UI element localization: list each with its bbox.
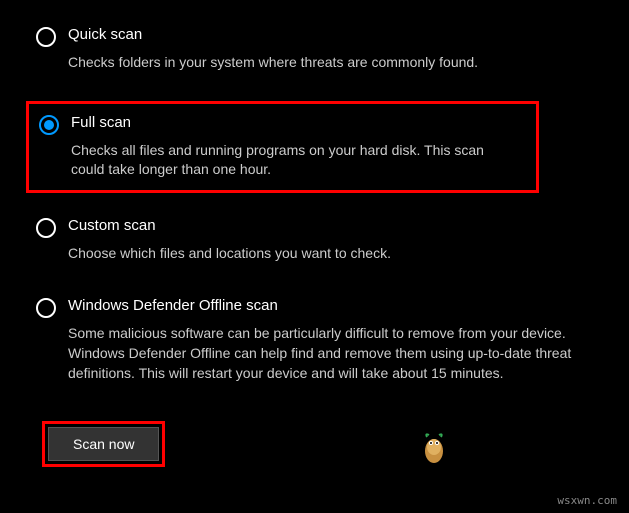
radio-icon[interactable] <box>36 298 56 318</box>
highlight-scan-button: Scan now <box>42 421 165 467</box>
option-content: Full scan Checks all files and running p… <box>71 114 526 180</box>
option-title: Windows Defender Offline scan <box>68 297 593 314</box>
scan-option-quick[interactable]: Quick scan Checks folders in your system… <box>30 20 599 79</box>
scan-option-offline[interactable]: Windows Defender Offline scan Some malic… <box>30 291 599 389</box>
option-desc: Some malicious software can be particula… <box>68 324 593 383</box>
option-title: Full scan <box>71 114 526 131</box>
option-content: Quick scan Checks folders in your system… <box>68 26 593 73</box>
radio-icon-selected[interactable] <box>39 115 59 135</box>
option-desc: Choose which files and locations you wan… <box>68 244 593 264</box>
radio-icon[interactable] <box>36 218 56 238</box>
option-desc: Checks all files and running programs on… <box>71 141 526 180</box>
mascot-icon <box>419 429 449 465</box>
scan-now-button[interactable]: Scan now <box>48 427 159 461</box>
watermark-text: wsxwn.com <box>557 494 617 507</box>
option-title: Custom scan <box>68 217 593 234</box>
highlight-full-scan: Full scan Checks all files and running p… <box>26 101 539 193</box>
option-content: Custom scan Choose which files and locat… <box>68 217 593 264</box>
option-desc: Checks folders in your system where thre… <box>68 53 593 73</box>
scan-option-full[interactable]: Full scan Checks all files and running p… <box>33 108 532 186</box>
option-content: Windows Defender Offline scan Some malic… <box>68 297 593 383</box>
radio-icon[interactable] <box>36 27 56 47</box>
scan-option-custom[interactable]: Custom scan Choose which files and locat… <box>30 211 599 270</box>
option-title: Quick scan <box>68 26 593 43</box>
